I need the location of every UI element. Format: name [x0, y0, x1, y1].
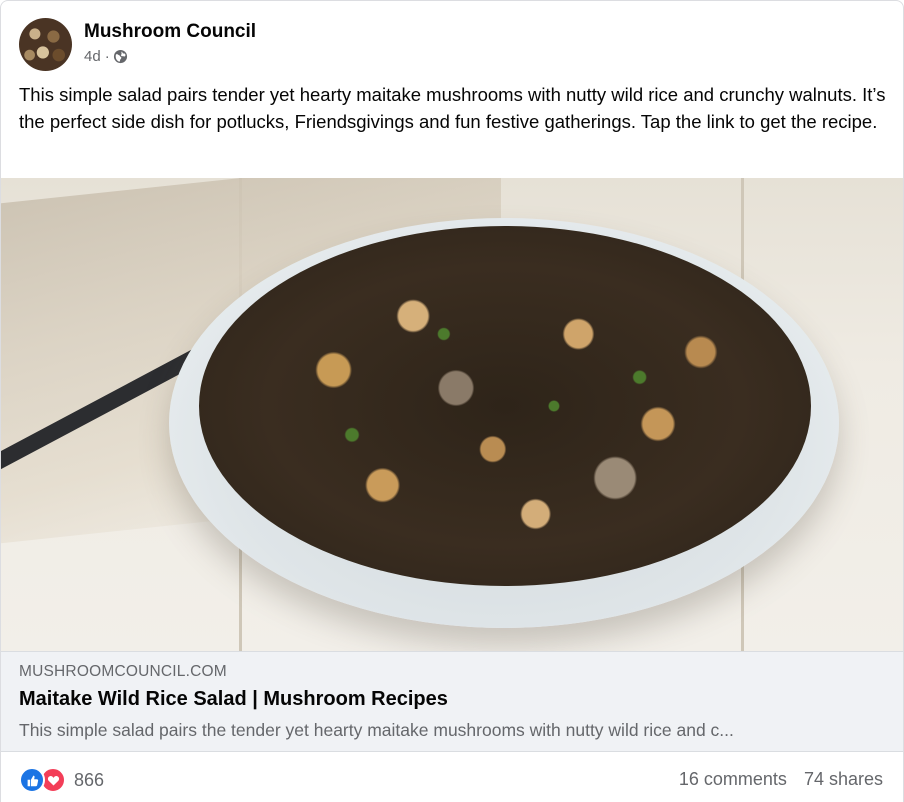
post-timestamp[interactable]: 4d [84, 48, 101, 65]
post-subtitle: 4d · [84, 48, 256, 65]
post-caption: This simple salad pairs tender yet heart… [19, 84, 886, 132]
page-name-link[interactable]: Mushroom Council [84, 20, 256, 44]
post-image[interactable] [1, 178, 903, 651]
reaction-count: 866 [74, 769, 105, 790]
post-footer: 866 16 comments 74 shares [1, 753, 903, 802]
like-icon [19, 767, 45, 793]
post-header: Mushroom Council 4d · [19, 18, 256, 72]
reactions-summary[interactable]: 866 [19, 767, 104, 793]
post-meta: Mushroom Council 4d · [84, 18, 256, 65]
globe-icon [113, 49, 128, 64]
link-preview-card[interactable]: MUSHROOMCOUNCIL.COM Maitake Wild Rice Sa… [1, 651, 903, 752]
link-description: This simple salad pairs the tender yet h… [19, 720, 734, 740]
wild-rice-salad [199, 226, 811, 586]
link-domain: MUSHROOMCOUNCIL.COM [19, 663, 227, 680]
facebook-post: Mushroom Council 4d · This simple salad … [0, 0, 904, 802]
comments-count-link[interactable]: 16 comments [679, 769, 787, 790]
page-avatar[interactable] [19, 18, 72, 71]
separator-dot: · [104, 48, 110, 65]
shares-count-link[interactable]: 74 shares [804, 769, 883, 790]
link-title[interactable]: Maitake Wild Rice Salad | Mushroom Recip… [19, 688, 448, 711]
engagement-stats: 16 comments 74 shares [679, 769, 883, 790]
